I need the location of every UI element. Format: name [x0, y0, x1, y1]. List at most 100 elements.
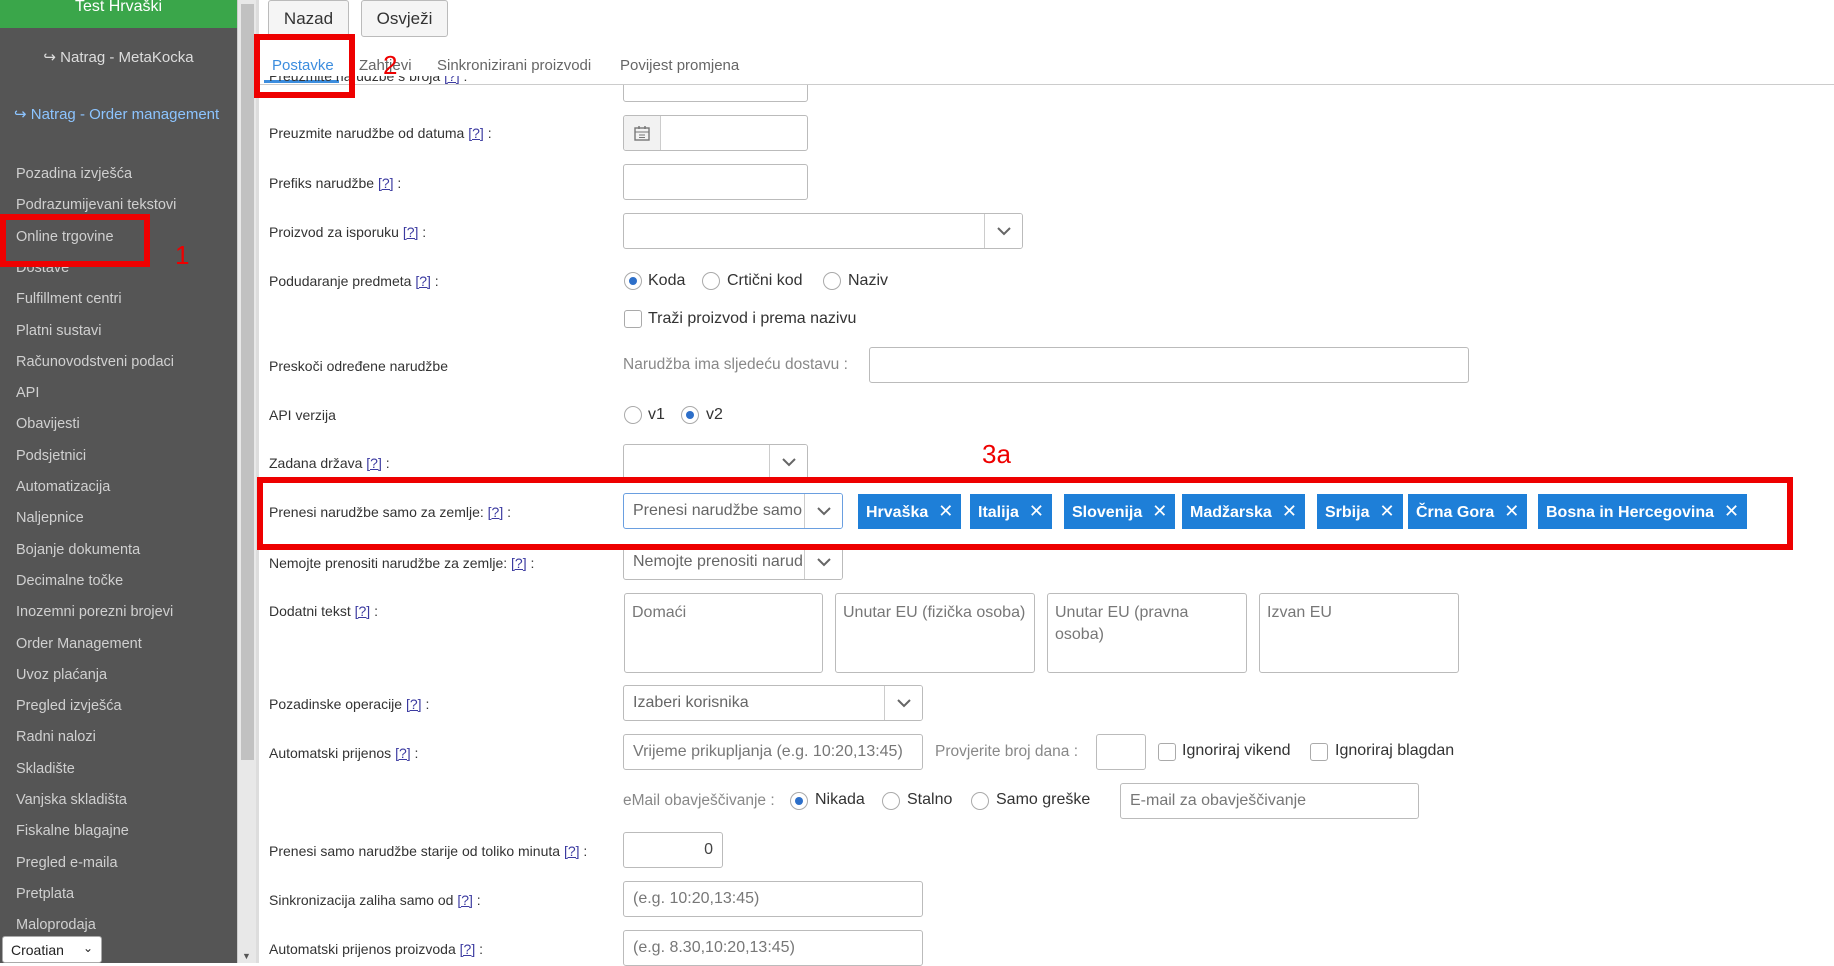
back-order-management-link[interactable]: ↪ Natrag - Order management: [0, 105, 237, 123]
ignore-holiday-label: Ignoriraj blagdan: [1335, 742, 1455, 759]
sidebar-item[interactable]: Računovodstveni podaci: [16, 354, 174, 370]
help-link[interactable]: [?]: [460, 941, 476, 957]
tab-sinkronizirani-proizvodi[interactable]: Sinkronizirani proizvodi: [437, 57, 591, 74]
sidebar-item[interactable]: Uvoz plaćanja: [16, 667, 107, 683]
help-link[interactable]: [?]: [378, 175, 394, 191]
sidebar-item[interactable]: Skladište: [16, 761, 75, 777]
from-date-input[interactable]: [623, 115, 808, 151]
check-days-label: Provjerite broj dana :: [935, 743, 1079, 760]
matching-name-radio[interactable]: [823, 272, 841, 290]
extra-text-eu-person[interactable]: Unutar EU (fizička osoba): [835, 593, 1035, 673]
scrollbar-thumb[interactable]: [241, 4, 254, 760]
prefix-input[interactable]: [623, 164, 808, 200]
email-never-radio[interactable]: [790, 792, 808, 810]
api-version-label: API verzija: [269, 407, 336, 423]
api-option-label: v2: [706, 406, 723, 423]
extra-text-outside-eu[interactable]: Izvan EU: [1259, 593, 1459, 673]
default-country-select[interactable]: [623, 444, 808, 480]
sidebar-item[interactable]: Decimalne točke: [16, 573, 123, 589]
search-by-name-checkbox[interactable]: [624, 310, 642, 328]
sidebar-scrollbar[interactable]: ▼: [237, 0, 256, 963]
email-option-label: Nikada: [815, 791, 865, 808]
ignore-weekend-label: Ignoriraj vikend: [1182, 742, 1291, 759]
sidebar-item[interactable]: Fiskalne blagajne: [16, 823, 129, 839]
sidebar-item[interactable]: Radni nalozi: [16, 729, 96, 745]
prefix-label: Prefiks narudžbe [?] :: [269, 175, 402, 191]
sidebar-item[interactable]: Podsjetnici: [16, 448, 86, 464]
sidebar-item[interactable]: Pregled izvješća: [16, 698, 122, 714]
matching-option-label: Koda: [648, 272, 686, 289]
matching-barcode-radio[interactable]: [702, 272, 720, 290]
matching-option-label: Naziv: [848, 272, 889, 289]
no-transfer-countries-label: Nemojte prenositi narudžbe za zemlje: [?…: [269, 555, 535, 571]
help-link[interactable]: [?]: [511, 555, 527, 571]
annotation-box-online-stores: [0, 214, 150, 267]
chevron-down-icon[interactable]: [804, 545, 842, 579]
help-link[interactable]: [?]: [395, 745, 411, 761]
sidebar-item[interactable]: Inozemni porezni brojevi: [16, 604, 173, 620]
tab-bar: Postavke Zahtjevi Sinkronizirani proizvo…: [259, 48, 1834, 85]
stock-sync-label: Sinkronizacija zaliha samo od [?] :: [269, 892, 481, 908]
sidebar-item[interactable]: Naljepnice: [16, 510, 84, 526]
chevron-down-icon[interactable]: [884, 686, 922, 720]
email-errors-radio[interactable]: [971, 792, 989, 810]
ignore-weekend-checkbox[interactable]: [1158, 743, 1176, 761]
stock-sync-input[interactable]: (e.g. 10:20,13:45): [623, 881, 923, 917]
auto-product-transfer-input[interactable]: (e.g. 8.30,10:20,13:45): [623, 930, 923, 966]
help-link[interactable]: [?]: [564, 843, 580, 859]
sidebar-item[interactable]: Bojanje dokumenta: [16, 542, 140, 558]
extra-text-domestic[interactable]: Domaći: [624, 593, 823, 673]
background-ops-label: Pozadinske operacije [?] :: [269, 696, 430, 712]
matching-option-label: Crtični kod: [727, 272, 803, 289]
sidebar-item[interactable]: Vanjska skladišta: [16, 792, 127, 808]
notification-email-input[interactable]: E-mail za obavješčivanje: [1120, 783, 1419, 819]
sidebar-item[interactable]: Order Management: [16, 636, 142, 652]
skip-orders-label: Preskoči određene narudžbe: [269, 358, 449, 374]
sidebar-item[interactable]: Platni sustavi: [16, 323, 101, 339]
background-ops-select[interactable]: Izaberi korisnika: [623, 685, 923, 721]
help-link[interactable]: [?]: [403, 224, 419, 240]
check-days-input[interactable]: [1096, 734, 1146, 770]
older-than-input[interactable]: 0: [623, 832, 723, 868]
sidebar-item[interactable]: Automatizacija: [16, 479, 110, 495]
back-metakocka-link[interactable]: ↪ Natrag - MetaKocka: [0, 48, 237, 66]
sidebar-item[interactable]: Maloprodaja: [16, 917, 96, 933]
skip-orders-sub-label: Narudžba ima sljedeću dostavu :: [623, 356, 848, 373]
extra-text-eu-company[interactable]: Unutar EU (pravna osoba): [1047, 593, 1247, 673]
email-option-label: Stalno: [907, 791, 953, 808]
from-date-label: Preuzmite narudžbe od datuma [?] :: [269, 125, 492, 141]
help-link[interactable]: [?]: [366, 455, 382, 471]
extra-text-label: Dodatni tekst [?] :: [269, 603, 378, 619]
sidebar-item[interactable]: Podrazumijevani tekstovi: [16, 197, 176, 213]
api-v2-radio[interactable]: [681, 406, 699, 424]
default-country-label: Zadana država [?] :: [269, 455, 390, 471]
chevron-down-icon[interactable]: [769, 445, 807, 479]
sidebar-item[interactable]: Fulfillment centri: [16, 291, 122, 307]
sidebar-item[interactable]: API: [16, 385, 39, 401]
shop-title: Test Hrvaški: [0, 0, 237, 28]
chevron-down-icon[interactable]: [984, 214, 1022, 248]
sidebar-item[interactable]: Obavijesti: [16, 416, 80, 432]
language-select[interactable]: Croatian ⌄: [2, 936, 102, 963]
help-link[interactable]: [?]: [406, 696, 422, 712]
matching-koda-radio[interactable]: [624, 272, 642, 290]
refresh-button[interactable]: Osvježi: [361, 0, 448, 37]
help-link[interactable]: [?]: [415, 273, 431, 289]
sidebar-item[interactable]: Pregled e-maila: [16, 855, 118, 871]
skip-orders-input[interactable]: [869, 347, 1469, 383]
help-link[interactable]: [?]: [468, 125, 484, 141]
sidebar-item[interactable]: Pozadina izvješća: [16, 166, 132, 182]
tab-povijest-promjena[interactable]: Povijest promjena: [620, 57, 739, 74]
back-button[interactable]: Nazad: [268, 0, 349, 37]
auto-transfer-input[interactable]: Vrijeme prikupljanja (e.g. 10:20,13:45): [623, 734, 923, 770]
shipping-product-select[interactable]: [623, 213, 1023, 249]
scroll-down-arrow-icon[interactable]: ▼: [242, 951, 251, 961]
help-link[interactable]: [?]: [457, 892, 473, 908]
help-link[interactable]: [?]: [355, 603, 371, 619]
ignore-holiday-checkbox[interactable]: [1310, 743, 1328, 761]
annotation-box-postavke-tab: [254, 34, 355, 98]
sidebar-item[interactable]: Pretplata: [16, 886, 74, 902]
email-always-radio[interactable]: [882, 792, 900, 810]
api-v1-radio[interactable]: [624, 406, 642, 424]
calendar-icon[interactable]: [624, 116, 661, 150]
